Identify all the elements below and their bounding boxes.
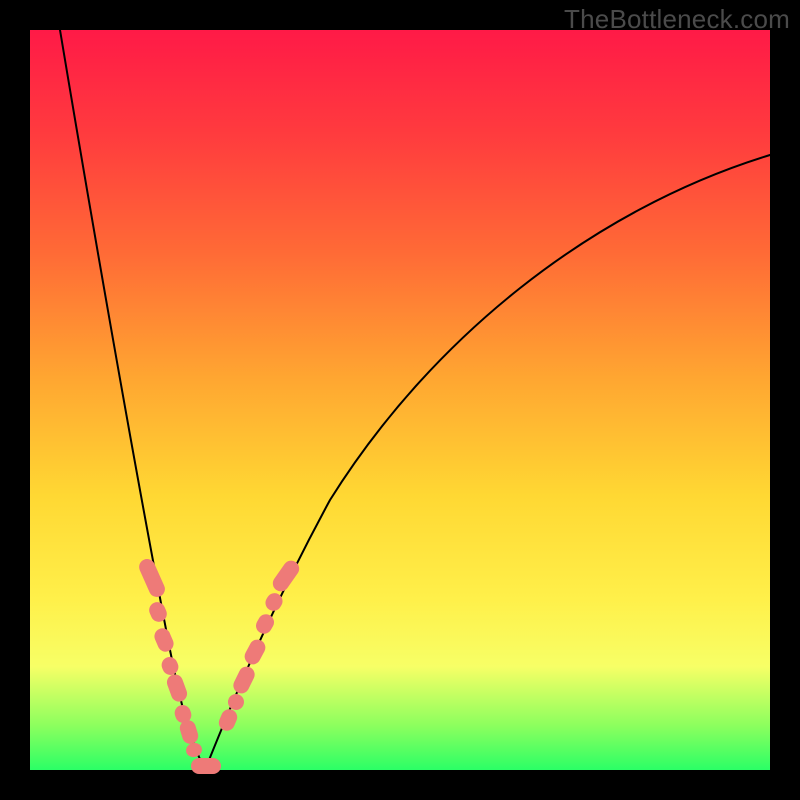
bead xyxy=(191,758,221,774)
curve-right-branch xyxy=(205,155,770,770)
bead-cluster xyxy=(137,556,303,774)
bead xyxy=(184,741,203,759)
bead xyxy=(147,600,170,625)
outer-frame: TheBottleneck.com xyxy=(0,0,800,800)
bead xyxy=(152,626,176,654)
bead xyxy=(216,707,239,734)
watermark-text: TheBottleneck.com xyxy=(564,4,790,35)
bead xyxy=(231,664,258,696)
bead xyxy=(159,655,181,678)
bead xyxy=(137,556,168,599)
bead xyxy=(253,611,277,636)
curve-left-branch xyxy=(60,30,205,770)
bead xyxy=(242,637,268,667)
bead xyxy=(165,672,190,704)
curve-layer xyxy=(30,30,770,770)
